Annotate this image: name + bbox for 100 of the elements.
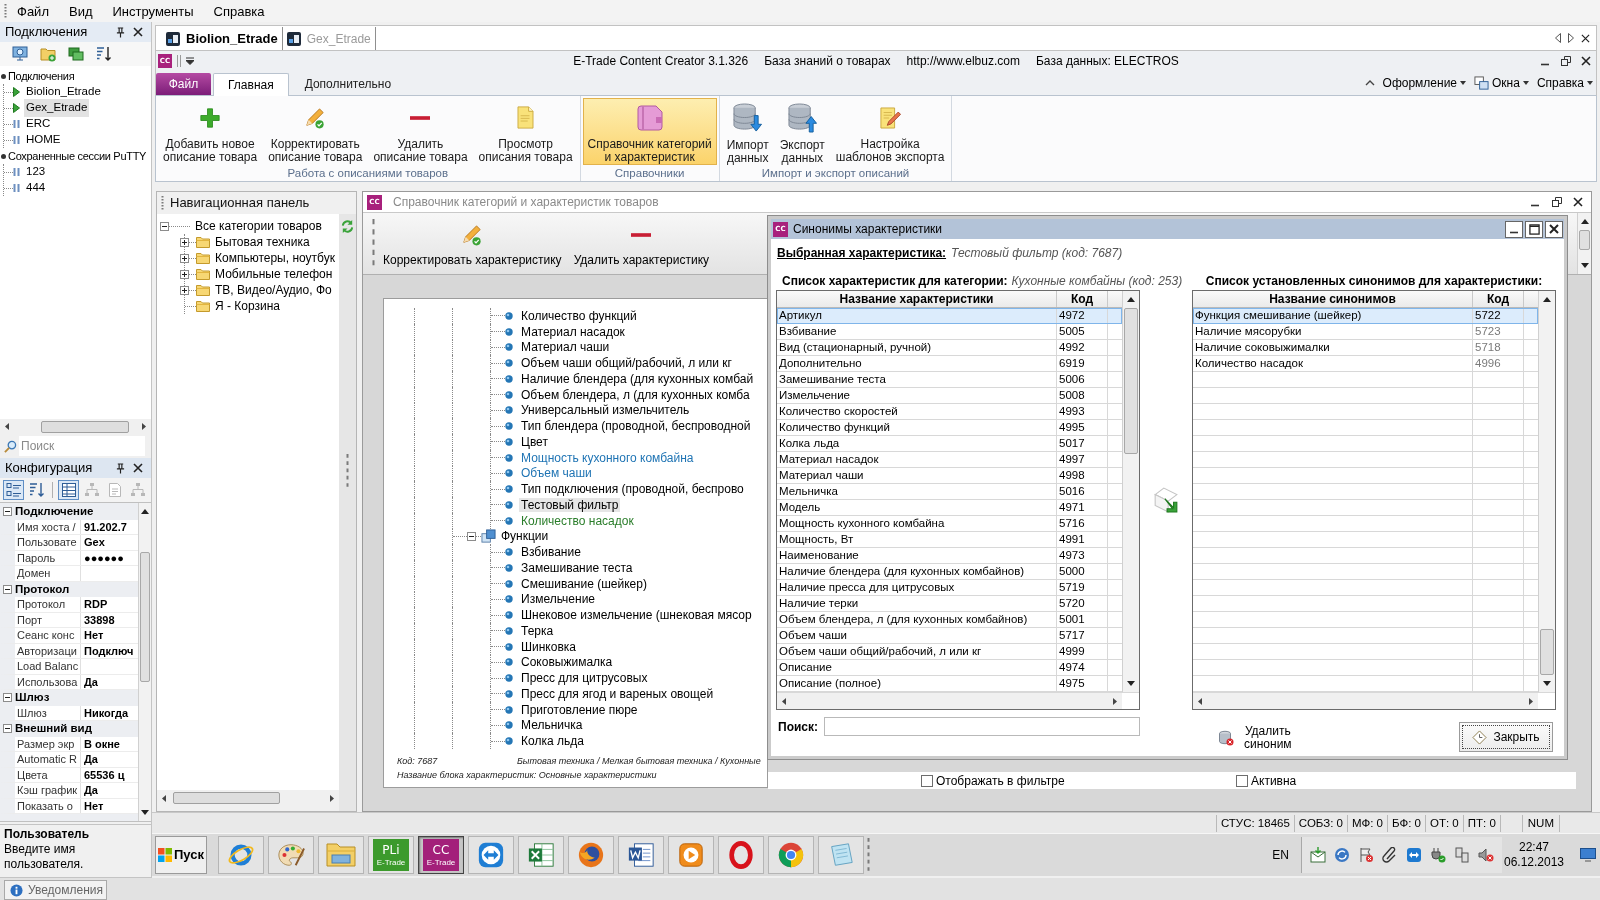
scroll-left-icon[interactable] (782, 697, 786, 705)
ribbon-button[interactable]: Экспорт данных (774, 98, 830, 165)
tree-item[interactable]: Компьютеры, ноутбук (215, 249, 335, 267)
tree-item[interactable]: Соковыжималка (519, 655, 615, 670)
ribbon-tab[interactable]: Дополнительно (290, 72, 406, 95)
table-row[interactable]: Наличие мясорубки 5723 (1193, 324, 1538, 340)
table-row[interactable]: Мельничка 5016 (777, 484, 1122, 500)
collapse-icon[interactable] (3, 584, 12, 594)
toolbar-button[interactable] (58, 480, 79, 500)
table-row[interactable]: Количество функций 4995 (777, 420, 1122, 436)
tree-item[interactable]: 123 (24, 163, 48, 181)
table-row[interactable]: Материал насадок 4997 (777, 452, 1122, 468)
table-row[interactable]: Наименование 4973 (777, 548, 1122, 564)
tree-item[interactable]: Пресс для ягод и вареных овощей (519, 686, 716, 701)
paperclip-icon[interactable] (1382, 847, 1398, 863)
tree-item[interactable]: Тип блендера (проводной, беспроводной (519, 419, 753, 434)
table-row[interactable]: Наличие блендера (для кухонных комбайнов) 5000 (777, 564, 1122, 580)
vertical-scrollbar[interactable] (1577, 213, 1591, 274)
tree-item[interactable]: Мельничка (519, 718, 585, 733)
tree-item[interactable]: Тестовый фильтр (519, 497, 621, 512)
scroll-up-icon[interactable] (141, 509, 149, 514)
checkbox[interactable] (1236, 774, 1248, 787)
tree-item[interactable]: ТВ, Видео/Аудио, Фо (215, 281, 332, 299)
tree-item[interactable]: Мобильные телефон (215, 265, 333, 283)
ribbon-button[interactable]: Настройка шаблонов экспорта (830, 98, 950, 165)
ribbon-button[interactable]: Просмотр описания товара (473, 98, 578, 165)
tree-item[interactable]: Мощность кухонного комбайна (519, 450, 696, 465)
tree-item[interactable]: Gex_Etrade (24, 99, 90, 117)
tree-item[interactable]: Приготовление пюре (519, 702, 640, 717)
notifications-tab[interactable]: Уведомления (4, 880, 107, 900)
menu-item[interactable]: Справка (203, 1, 275, 21)
sort-icon[interactable] (96, 46, 112, 62)
menu-item[interactable]: Файл (7, 1, 59, 21)
collapse-icon[interactable] (3, 507, 12, 517)
search-field[interactable] (824, 717, 1140, 736)
toolbar-button[interactable]: Удалить характеристику (571, 213, 712, 274)
header-link[interactable]: База знаний о товарах (764, 52, 891, 70)
tree-item[interactable]: Универсальный измельчитель (519, 403, 692, 418)
ribbon-button[interactable]: Корректировать описание товара (263, 98, 368, 165)
scroll-right-icon[interactable] (1568, 33, 1574, 43)
scroll-thumb[interactable] (140, 552, 150, 682)
tree-item[interactable]: Цвет (519, 434, 550, 449)
tree-item[interactable]: Подключения (8, 67, 75, 85)
tree-item[interactable]: Объем чаши (519, 466, 594, 481)
taskbar-button[interactable] (618, 836, 664, 874)
scroll-thumb[interactable] (41, 420, 129, 433)
tree-item[interactable]: Количество функций (519, 308, 639, 323)
tree-item[interactable]: Все категории товаров (195, 217, 322, 235)
page-arrow-icon[interactable] (1154, 487, 1178, 513)
ribbon-tab[interactable]: Файл (156, 73, 211, 95)
table-row[interactable]: Функция смешивание (шейкер) 5722 (1193, 308, 1538, 324)
tree-item[interactable]: Функции (499, 529, 551, 544)
tree-item[interactable]: Объем блендера, л (для кухонных комба (519, 387, 752, 402)
tree-item[interactable]: Сохраненные сессии PuTTY (8, 147, 147, 165)
table-row[interactable]: Колка льда 5017 (777, 436, 1122, 452)
vertical-scrollbar[interactable] (1538, 291, 1555, 692)
folder-add-icon[interactable] (40, 46, 56, 62)
pin-icon[interactable] (116, 462, 125, 474)
tree-item[interactable]: Шинковка (519, 639, 578, 654)
taskbar-button[interactable] (518, 836, 564, 874)
scroll-right-icon[interactable] (142, 423, 146, 430)
table-row[interactable]: Мощность, Вт 4991 (777, 532, 1122, 548)
close-button[interactable] (1545, 220, 1563, 238)
menu-item[interactable]: Вид (58, 1, 103, 21)
screen-icon[interactable] (12, 46, 28, 62)
tree-item[interactable]: Я - Корзина (215, 297, 281, 315)
close-icon[interactable] (1549, 224, 1559, 234)
close-icon[interactable] (1581, 56, 1591, 66)
tree-item[interactable]: Материал чаши (519, 340, 612, 355)
ribbon-button[interactable]: Добавить новое описание товара (158, 98, 263, 165)
tree-item[interactable]: Количество насадок (519, 513, 636, 528)
tree-item[interactable]: Терка (519, 623, 556, 638)
expand-icon[interactable] (180, 237, 189, 247)
ribbon-menu[interactable]: Оформление (1382, 74, 1467, 92)
table-row[interactable]: Артикул 4972 (777, 308, 1122, 324)
close-icon[interactable] (133, 27, 143, 37)
scroll-thumb[interactable] (173, 792, 280, 804)
header-link[interactable]: http://www.elbuz.com (906, 52, 1020, 70)
rectangles-icon[interactable] (1454, 847, 1470, 863)
horizontal-scrollbar[interactable] (777, 693, 1122, 709)
table-row[interactable]: Количество насадок 4996 (1193, 356, 1538, 372)
scroll-down-icon[interactable] (1580, 263, 1589, 268)
scroll-thumb[interactable] (1124, 308, 1138, 454)
tree-item[interactable]: ERC (24, 115, 53, 133)
plug-icon[interactable] (1430, 847, 1446, 863)
table-row[interactable]: Наличие соковыжималки 5718 (1193, 340, 1538, 356)
collapse-icon[interactable] (3, 724, 12, 734)
scroll-left-icon[interactable] (1198, 697, 1202, 705)
expand-icon[interactable] (180, 253, 189, 263)
tree-item[interactable]: Измельчение (519, 592, 598, 607)
tree-item[interactable]: Смешивание (шейкер) (519, 576, 649, 591)
scroll-left-icon[interactable] (162, 794, 166, 802)
scroll-up-icon[interactable] (1127, 297, 1135, 302)
taskbar-button[interactable] (768, 836, 814, 874)
table-row[interactable]: Замешивание теста 5006 (777, 372, 1122, 388)
ribbon-menu[interactable]: Окна (1474, 74, 1529, 92)
taskbar-button[interactable] (468, 836, 514, 874)
scroll-right-icon[interactable] (1113, 697, 1117, 705)
expand-icon[interactable] (180, 285, 189, 295)
ribbon-tab[interactable]: Главная (213, 73, 289, 96)
